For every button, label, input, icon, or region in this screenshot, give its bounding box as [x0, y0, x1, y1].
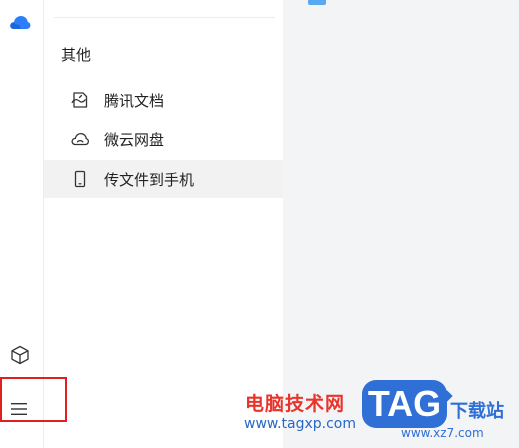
cloud-drive-icon: [71, 132, 90, 146]
tencent-docs-icon: [71, 92, 88, 108]
sidebar-item-label: 微云网盘: [104, 130, 165, 149]
watermark-logo-text: TAG: [367, 383, 442, 424]
watermark-download-text: 下载站: [450, 401, 504, 422]
cube-icon[interactable]: [10, 345, 30, 365]
sidebar-item-label: 传文件到手机: [104, 170, 195, 189]
sidebar-item-cloud-drive[interactable]: 微云网盘: [44, 120, 283, 158]
phone-icon: [74, 170, 86, 188]
cloud-logo-icon[interactable]: [9, 14, 31, 30]
sidebar-item-tencent-docs[interactable]: 腾讯文档: [44, 81, 283, 119]
watermark-site-url: www.xz7.com: [401, 426, 484, 440]
sidebar-item-label: 腾讯文档: [104, 91, 165, 110]
folder-icon[interactable]: [308, 0, 326, 5]
divider: [54, 17, 275, 18]
watermark-site-name: 电脑技术网: [245, 393, 346, 415]
watermark-url: www.tagxp.com: [244, 416, 356, 432]
watermark-logo: TAG: [362, 380, 453, 428]
sidebar-item-send-to-phone[interactable]: 传文件到手机: [44, 160, 283, 198]
menu-highlight-box: [0, 377, 67, 422]
sidebar-panel: 其他 腾讯文档 微云网盘 传文件到手机: [44, 0, 283, 448]
section-title: 其他: [61, 46, 92, 64]
